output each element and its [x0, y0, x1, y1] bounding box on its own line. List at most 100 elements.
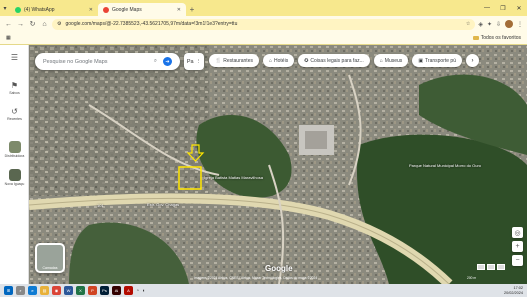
attractions-icon: ✪: [304, 57, 309, 64]
close-window-icon[interactable]: ✕: [511, 0, 527, 16]
location-icon: ◎: [514, 229, 521, 237]
word-icon[interactable]: W: [64, 286, 73, 295]
all-bookmarks-folder[interactable]: Todos os favoritos: [472, 35, 521, 41]
directions-icon[interactable]: ➜: [163, 57, 172, 66]
bookmark-icon: ⚑: [10, 81, 19, 90]
recent-place-label: Nova Iguaçu: [4, 182, 25, 186]
back-icon[interactable]: ←: [4, 20, 13, 29]
menu-dots-icon[interactable]: ⋮: [517, 21, 523, 28]
place-thumbnail: [8, 141, 21, 153]
map-attribution[interactable]: Imagens ©2024 Airbus, CNES / Airbus, Max…: [194, 276, 317, 280]
recent-place-1[interactable]: Distribuidora: [0, 141, 29, 158]
bookmarks-bar: ▦ Todos os favoritos: [0, 32, 527, 45]
tab-whatsapp[interactable]: (4) WhatsApp ✕: [10, 3, 98, 16]
tab-title: Google Maps: [112, 6, 142, 13]
maximize-icon[interactable]: ❐: [495, 0, 511, 16]
excel-icon[interactable]: X: [76, 286, 85, 295]
browser-toolbar: ← → ↻ ⌂ ⚙ google.com/maps/@-22.7385523,-…: [0, 16, 527, 32]
site-info-icon[interactable]: ⚙: [57, 21, 61, 27]
photoshop-icon[interactable]: Ps: [100, 286, 109, 295]
close-tab-icon[interactable]: ✕: [89, 7, 93, 13]
tab-google-maps[interactable]: Google Maps ✕: [98, 3, 186, 16]
chips-next-button[interactable]: ›: [466, 54, 479, 67]
tab-search-icon[interactable]: ▾: [0, 0, 10, 16]
clock[interactable]: 17:02 20/02/2024: [504, 286, 523, 295]
search-input[interactable]: Pesquise no Google Maps ⌕ ➜: [35, 53, 180, 70]
volume-icon[interactable]: ◖: [142, 288, 145, 294]
tab-bar: ▾ (4) WhatsApp ✕ Google Maps ✕ +: [0, 0, 527, 16]
wifi-icon[interactable]: ◔: [136, 288, 139, 294]
hotel-icon: ⌂: [268, 57, 273, 64]
chip-restaurants[interactable]: 🍴 Restaurantes: [209, 54, 259, 67]
zoom-in-button[interactable]: +: [512, 241, 523, 252]
start-icon[interactable]: ⊞: [4, 286, 13, 295]
chip-label: Coisas legais para faz...: [310, 57, 364, 64]
satellite-map[interactable]: Igreja Batista Matias Maravilhosa Estr. …: [29, 45, 527, 284]
powerpoint-icon[interactable]: P: [88, 286, 97, 295]
whatsapp-favicon-icon: [15, 6, 21, 13]
minimap-thumbnail[interactable]: [487, 264, 495, 270]
zoom-out-button[interactable]: −: [512, 255, 523, 266]
extensions-puzzle-icon[interactable]: ✦: [487, 21, 492, 28]
reload-icon[interactable]: ↻: [28, 20, 37, 29]
place-thumbnail: [8, 169, 21, 181]
folder-icon: [472, 36, 479, 40]
minimap-thumbnail[interactable]: [477, 264, 485, 270]
window-controls: — ❐ ✕: [479, 0, 527, 16]
more-icon: ⋮: [195, 58, 202, 65]
address-bar[interactable]: ⚙ google.com/maps/@-22.7385523,-43.56217…: [52, 18, 476, 30]
new-tab-button[interactable]: +: [186, 3, 198, 16]
tab-title: (4) WhatsApp: [24, 6, 55, 13]
saved-button[interactable]: ⚑ Salvos: [0, 81, 29, 95]
acrobat-icon[interactable]: A: [124, 286, 133, 295]
museum-icon: ⌂: [379, 57, 383, 64]
minimize-icon[interactable]: —: [479, 0, 495, 16]
recents-button[interactable]: ↺ Recentes: [0, 107, 29, 121]
chip-label: Museus: [384, 57, 403, 64]
menu-icon: ☰: [10, 53, 19, 62]
profile-avatar[interactable]: [505, 20, 513, 28]
edge-icon[interactable]: e: [28, 286, 37, 295]
close-tab-icon[interactable]: ✕: [177, 7, 181, 13]
map-label-road-number: 101: [97, 203, 104, 208]
map-scale[interactable]: 200 m: [467, 276, 476, 280]
chip-transit[interactable]: ▣ Transporte pú: [412, 54, 462, 67]
chip-hotels[interactable]: ⌂ Hotéis: [262, 54, 295, 67]
history-icon: ↺: [11, 107, 18, 116]
map-label-avenue: Estr. Gov. Chagas: [147, 202, 180, 207]
url-text: google.com/maps/@-22.7385523,-43.5621705…: [65, 21, 238, 27]
recent-place-2[interactable]: Nova Iguaçu: [0, 169, 29, 186]
minimap-previews: [477, 264, 505, 270]
downloads-icon[interactable]: ⇩: [496, 21, 501, 28]
search-icon[interactable]: ⌕: [154, 58, 157, 65]
home-icon[interactable]: ⌂: [40, 20, 49, 29]
folder-label: Todos os favoritos: [480, 35, 521, 41]
minimap-thumbnail[interactable]: [497, 264, 505, 270]
maps-sidebar: ☰ ⚑ Salvos ↺ Recentes Distribuidora Nova…: [0, 45, 29, 284]
search-taskbar-icon[interactable]: ⌕: [16, 286, 25, 295]
recent-place-label: Distribuidora: [4, 154, 25, 158]
search-placeholder: Pesquise no Google Maps: [43, 58, 108, 65]
map-controls: ◎ + −: [512, 227, 523, 266]
chip-attractions[interactable]: ✪ Coisas legais para faz...: [298, 54, 370, 67]
bookmark-star-icon[interactable]: ☆: [466, 21, 470, 27]
chrome-icon[interactable]: ◉: [52, 286, 61, 295]
menu-button[interactable]: ☰: [0, 53, 29, 62]
apps-grid-icon[interactable]: ▦: [6, 35, 11, 41]
files-icon[interactable]: ▤: [40, 286, 49, 295]
category-chips: 🍴 Restaurantes ⌂ Hotéis ✪ Coisas legais par…: [209, 54, 479, 67]
chip-label: Transporte pú: [425, 57, 456, 64]
chip-label: Hotéis: [274, 57, 289, 64]
chip-label: Restaurantes: [223, 57, 253, 64]
pa-dropdown[interactable]: Pa ⋮: [184, 53, 204, 70]
layers-button[interactable]: Camadas: [35, 243, 65, 273]
layers-label: Camadas: [42, 266, 58, 270]
map-label-place[interactable]: Igreja Batista Matias Maravilhosa: [204, 175, 263, 180]
extension-icon[interactable]: ◈: [478, 21, 483, 28]
my-location-button[interactable]: ◎: [512, 227, 523, 238]
forward-icon[interactable]: →: [16, 20, 25, 29]
taskbar: ⊞ ⌕ e ▤ ◉ W X P Ps Ai A ◔ ◖ 17:02 20/02/…: [0, 284, 527, 297]
map-label-district: Parque Natural Municipal Morro do Ouro: [409, 163, 482, 168]
chip-museums[interactable]: ⌂ Museus: [373, 54, 409, 67]
illustrator-icon[interactable]: Ai: [112, 286, 121, 295]
